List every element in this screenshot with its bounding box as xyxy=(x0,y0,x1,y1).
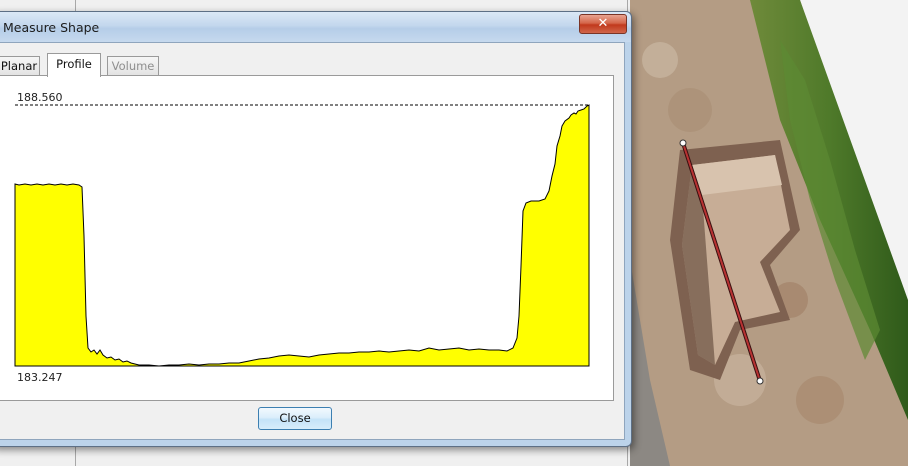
dialog-client-area: Planar Profile Volume 188.560 183.247 xyxy=(0,42,625,440)
close-button[interactable]: Close xyxy=(258,407,332,430)
measure-shape-dialog: Measure Shape ✕ Planar Profile Volume 18… xyxy=(0,11,632,447)
title-bar[interactable]: Measure Shape ✕ xyxy=(0,12,631,42)
close-icon: ✕ xyxy=(597,16,609,31)
profile-tab-panel: 188.560 183.247 xyxy=(0,75,614,401)
max-elevation-label: 188.560 xyxy=(17,91,63,104)
tab-volume[interactable]: Volume xyxy=(107,56,159,75)
tab-planar[interactable]: Planar xyxy=(0,56,40,75)
orthophoto-map-view[interactable] xyxy=(630,0,908,466)
tab-profile[interactable]: Profile xyxy=(47,53,101,77)
elevation-profile-chart: 188.560 183.247 xyxy=(14,91,590,384)
dialog-title: Measure Shape xyxy=(3,20,100,35)
window-close-button[interactable]: ✕ xyxy=(579,14,627,34)
profile-area xyxy=(14,104,590,367)
min-elevation-label: 183.247 xyxy=(17,371,63,384)
orthophoto-image xyxy=(630,0,908,466)
